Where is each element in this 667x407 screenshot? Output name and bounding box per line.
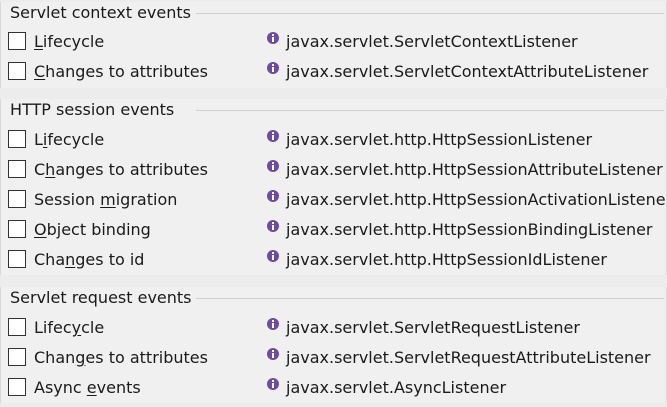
context-lifecycle-row: Lifecycle javax.servlet.ServletContextLi… xyxy=(1,27,667,57)
listener-class-name: javax.servlet.http.HttpSessionBindingLis… xyxy=(286,220,653,239)
info-icon xyxy=(267,130,279,142)
checkbox-label[interactable]: Changes to attributes xyxy=(34,57,208,87)
checkbox-label[interactable]: Lifecycle xyxy=(34,313,104,343)
object-binding-checkbox[interactable] xyxy=(8,220,26,238)
group-title: Servlet request events xyxy=(10,288,192,307)
listener-class-name: javax.servlet.ServletRequestListener xyxy=(286,318,580,337)
context-attributes-checkbox[interactable] xyxy=(8,62,26,80)
listener-class-name: javax.servlet.ServletContextAttributeLis… xyxy=(286,62,649,81)
request-lifecycle-checkbox[interactable] xyxy=(8,318,26,336)
async-events-checkbox[interactable] xyxy=(8,378,26,396)
async-events-row: Async events javax.servlet.AsyncListener xyxy=(1,373,667,403)
session-migration-row: Session migration javax.servlet.http.Htt… xyxy=(1,185,667,215)
context-attributes-row: Changes to attributes javax.servlet.Serv… xyxy=(1,57,667,87)
request-attributes-row: Changes to attributes javax.servlet.Serv… xyxy=(1,343,667,373)
checkbox-label[interactable]: Changes to attributes xyxy=(34,343,208,373)
group-title: Servlet context events xyxy=(10,3,191,22)
checkbox-label[interactable]: Session migration xyxy=(34,185,177,215)
info-icon xyxy=(267,32,279,44)
listener-class-name: javax.servlet.ServletContextListener xyxy=(286,32,578,51)
session-attributes-row: Changes to attributes javax.servlet.http… xyxy=(1,155,667,185)
info-icon xyxy=(267,190,279,202)
info-icon xyxy=(267,348,279,360)
session-id-row: Changes to id javax.servlet.http.HttpSes… xyxy=(1,245,667,275)
listener-class-name: javax.servlet.http.HttpSessionListener xyxy=(286,130,593,149)
checkbox-label[interactable]: Changes to attributes xyxy=(34,155,208,185)
info-icon xyxy=(267,250,279,262)
checkbox-label[interactable]: Lifecycle xyxy=(34,125,104,155)
listener-class-name: javax.servlet.http.HttpSessionActivation… xyxy=(286,190,667,209)
servlet-context-events-group: Servlet context events Lifecycle javax.s… xyxy=(0,2,667,88)
listener-class-name: javax.servlet.http.HttpSessionIdListener xyxy=(286,250,607,269)
request-attributes-checkbox[interactable] xyxy=(8,348,26,366)
info-icon xyxy=(267,318,279,330)
object-binding-row: Object binding javax.servlet.http.HttpSe… xyxy=(1,215,667,245)
listener-class-name: javax.servlet.ServletRequestAttributeLis… xyxy=(286,348,651,367)
session-id-checkbox[interactable] xyxy=(8,250,26,268)
checkbox-label[interactable]: Object binding xyxy=(34,215,151,245)
servlet-request-events-group: Servlet request events Lifecycle javax.s… xyxy=(0,287,667,403)
http-session-events-group: HTTP session events Lifecycle javax.serv… xyxy=(0,99,667,275)
group-separator xyxy=(196,110,664,111)
checkbox-label[interactable]: Async events xyxy=(34,373,141,403)
request-lifecycle-row: Lifecycle javax.servlet.ServletRequestLi… xyxy=(1,313,667,343)
checkbox-label[interactable]: Lifecycle xyxy=(34,27,104,57)
info-icon xyxy=(267,62,279,74)
group-separator xyxy=(196,13,664,14)
group-separator xyxy=(196,298,664,299)
context-lifecycle-checkbox[interactable] xyxy=(8,32,26,50)
info-icon xyxy=(267,160,279,172)
session-lifecycle-checkbox[interactable] xyxy=(8,130,26,148)
session-attributes-checkbox[interactable] xyxy=(8,160,26,178)
group-title: HTTP session events xyxy=(10,100,175,119)
info-icon xyxy=(267,220,279,232)
checkbox-label[interactable]: Changes to id xyxy=(34,245,144,275)
info-icon xyxy=(267,378,279,390)
listener-class-name: javax.servlet.AsyncListener xyxy=(286,378,507,397)
listener-class-name: javax.servlet.http.HttpSessionAttributeL… xyxy=(286,160,663,179)
session-lifecycle-row: Lifecycle javax.servlet.http.HttpSession… xyxy=(1,125,667,155)
session-migration-checkbox[interactable] xyxy=(8,190,26,208)
